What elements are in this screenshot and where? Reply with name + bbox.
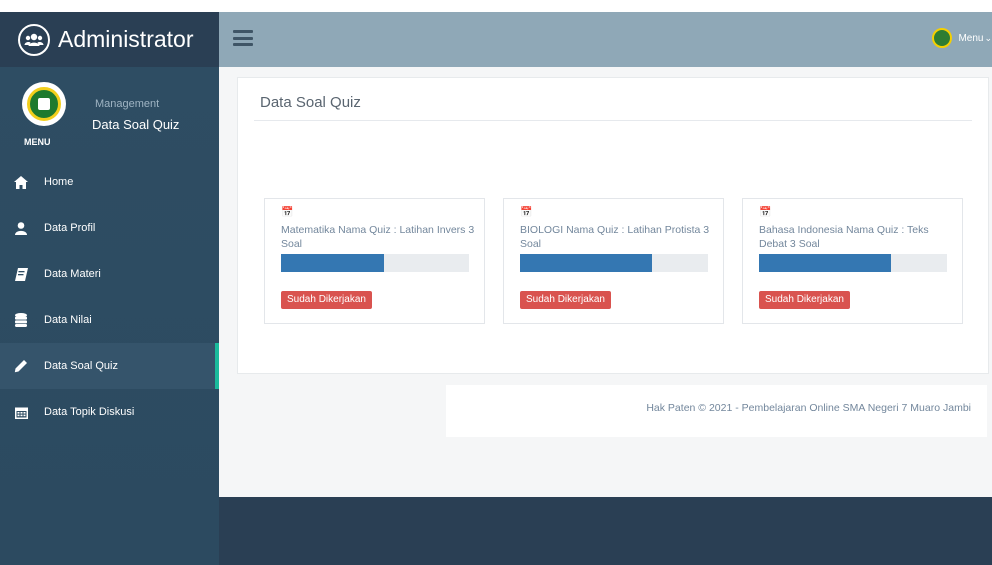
quiz-progress-bar <box>759 254 947 272</box>
brand-title: Administrator <box>58 26 194 52</box>
sidebar-item-data-topik-diskusi[interactable]: Data Topik Diskusi <box>0 389 219 435</box>
quiz-card-title: BIOLOGI Nama Quiz : Latihan Protista 3 S… <box>520 224 710 250</box>
user-menu-label: Menu <box>958 32 984 44</box>
completed-button[interactable]: Sudah Dikerjakan <box>520 291 611 309</box>
top-navbar: Menu ⌄ <box>219 12 992 67</box>
quiz-card: 📅 Bahasa Indonesia Nama Quiz : Teks Deba… <box>742 198 963 324</box>
footer-copyright: Hak Paten © 2021 - Pembelajaran Online S… <box>646 402 971 414</box>
brand[interactable]: Administrator <box>0 12 219 67</box>
quiz-progress-fill <box>281 254 385 272</box>
calendar-icon <box>14 405 28 419</box>
sidebar-item-label: Data Materi <box>44 268 101 280</box>
completed-button[interactable]: Sudah Dikerjakan <box>759 291 850 309</box>
user-menu[interactable]: Menu ⌄ <box>932 28 992 48</box>
title-divider <box>254 120 972 121</box>
quiz-progress-bar <box>520 254 708 272</box>
calendar-icon: 📅 <box>759 207 772 218</box>
main-content: Data Soal Quiz 📅 Matematika Nama Quiz : … <box>219 67 992 497</box>
sidebar-item-home[interactable]: Home <box>0 159 219 205</box>
quiz-progress-fill <box>759 254 891 272</box>
quiz-card-title: Matematika Nama Quiz : Latihan Invers 3 … <box>281 224 475 250</box>
quiz-panel: Data Soal Quiz 📅 Matematika Nama Quiz : … <box>237 77 989 374</box>
sidebar-item-label: Home <box>44 176 74 188</box>
sidebar-item-label: Data Topik Diskusi <box>44 406 135 418</box>
sidebar-item-data-materi[interactable]: Data Materi <box>0 251 219 297</box>
profile-subtitle: Management <box>95 98 160 110</box>
bottom-band <box>219 497 992 565</box>
book-icon <box>14 267 28 281</box>
user-avatar <box>932 28 953 48</box>
calendar-icon: 📅 <box>281 207 294 218</box>
completed-button[interactable]: Sudah Dikerjakan <box>281 291 372 309</box>
sidebar-nav: Home Data Profil Data Materi Data Nilai <box>0 159 219 435</box>
profile-name: Data Soal Quiz <box>92 117 180 132</box>
sidebar-item-data-profil[interactable]: Data Profil <box>0 205 219 251</box>
app-root: Administrator Menu ⌄ MENU Management Dat… <box>0 0 992 565</box>
users-icon <box>18 23 50 56</box>
sidebar-item-label: Data Soal Quiz <box>44 360 118 372</box>
sidebar-item-label: Data Nilai <box>44 314 92 326</box>
menu-toggle-icon[interactable] <box>233 30 253 46</box>
quiz-progress-fill <box>520 254 652 272</box>
database-icon <box>14 313 28 327</box>
sidebar-item-data-soal-quiz[interactable]: Data Soal Quiz <box>0 343 219 389</box>
sidebar: MENU Management Data Soal Quiz Home Data… <box>0 67 219 565</box>
home-icon <box>14 175 28 189</box>
page-title: Data Soal Quiz <box>260 94 361 111</box>
sidebar-profile: MENU Management Data Soal Quiz <box>0 67 219 157</box>
sidebar-item-label: Data Profil <box>44 222 96 234</box>
quiz-card: 📅 Matematika Nama Quiz : Latihan Invers … <box>264 198 485 324</box>
pencil-icon <box>14 359 28 373</box>
quiz-card-title: Bahasa Indonesia Nama Quiz : Teks Debat … <box>759 224 929 250</box>
user-icon <box>14 221 28 235</box>
menu-tag: MENU <box>24 137 51 147</box>
quiz-progress-bar <box>281 254 469 272</box>
school-logo <box>22 82 66 126</box>
quiz-card: 📅 BIOLOGI Nama Quiz : Latihan Protista 3… <box>503 198 724 324</box>
chevron-down-icon: ⌄ <box>984 32 992 43</box>
sidebar-item-data-nilai[interactable]: Data Nilai <box>0 297 219 343</box>
footer: Hak Paten © 2021 - Pembelajaran Online S… <box>446 385 987 437</box>
calendar-icon: 📅 <box>520 207 533 218</box>
